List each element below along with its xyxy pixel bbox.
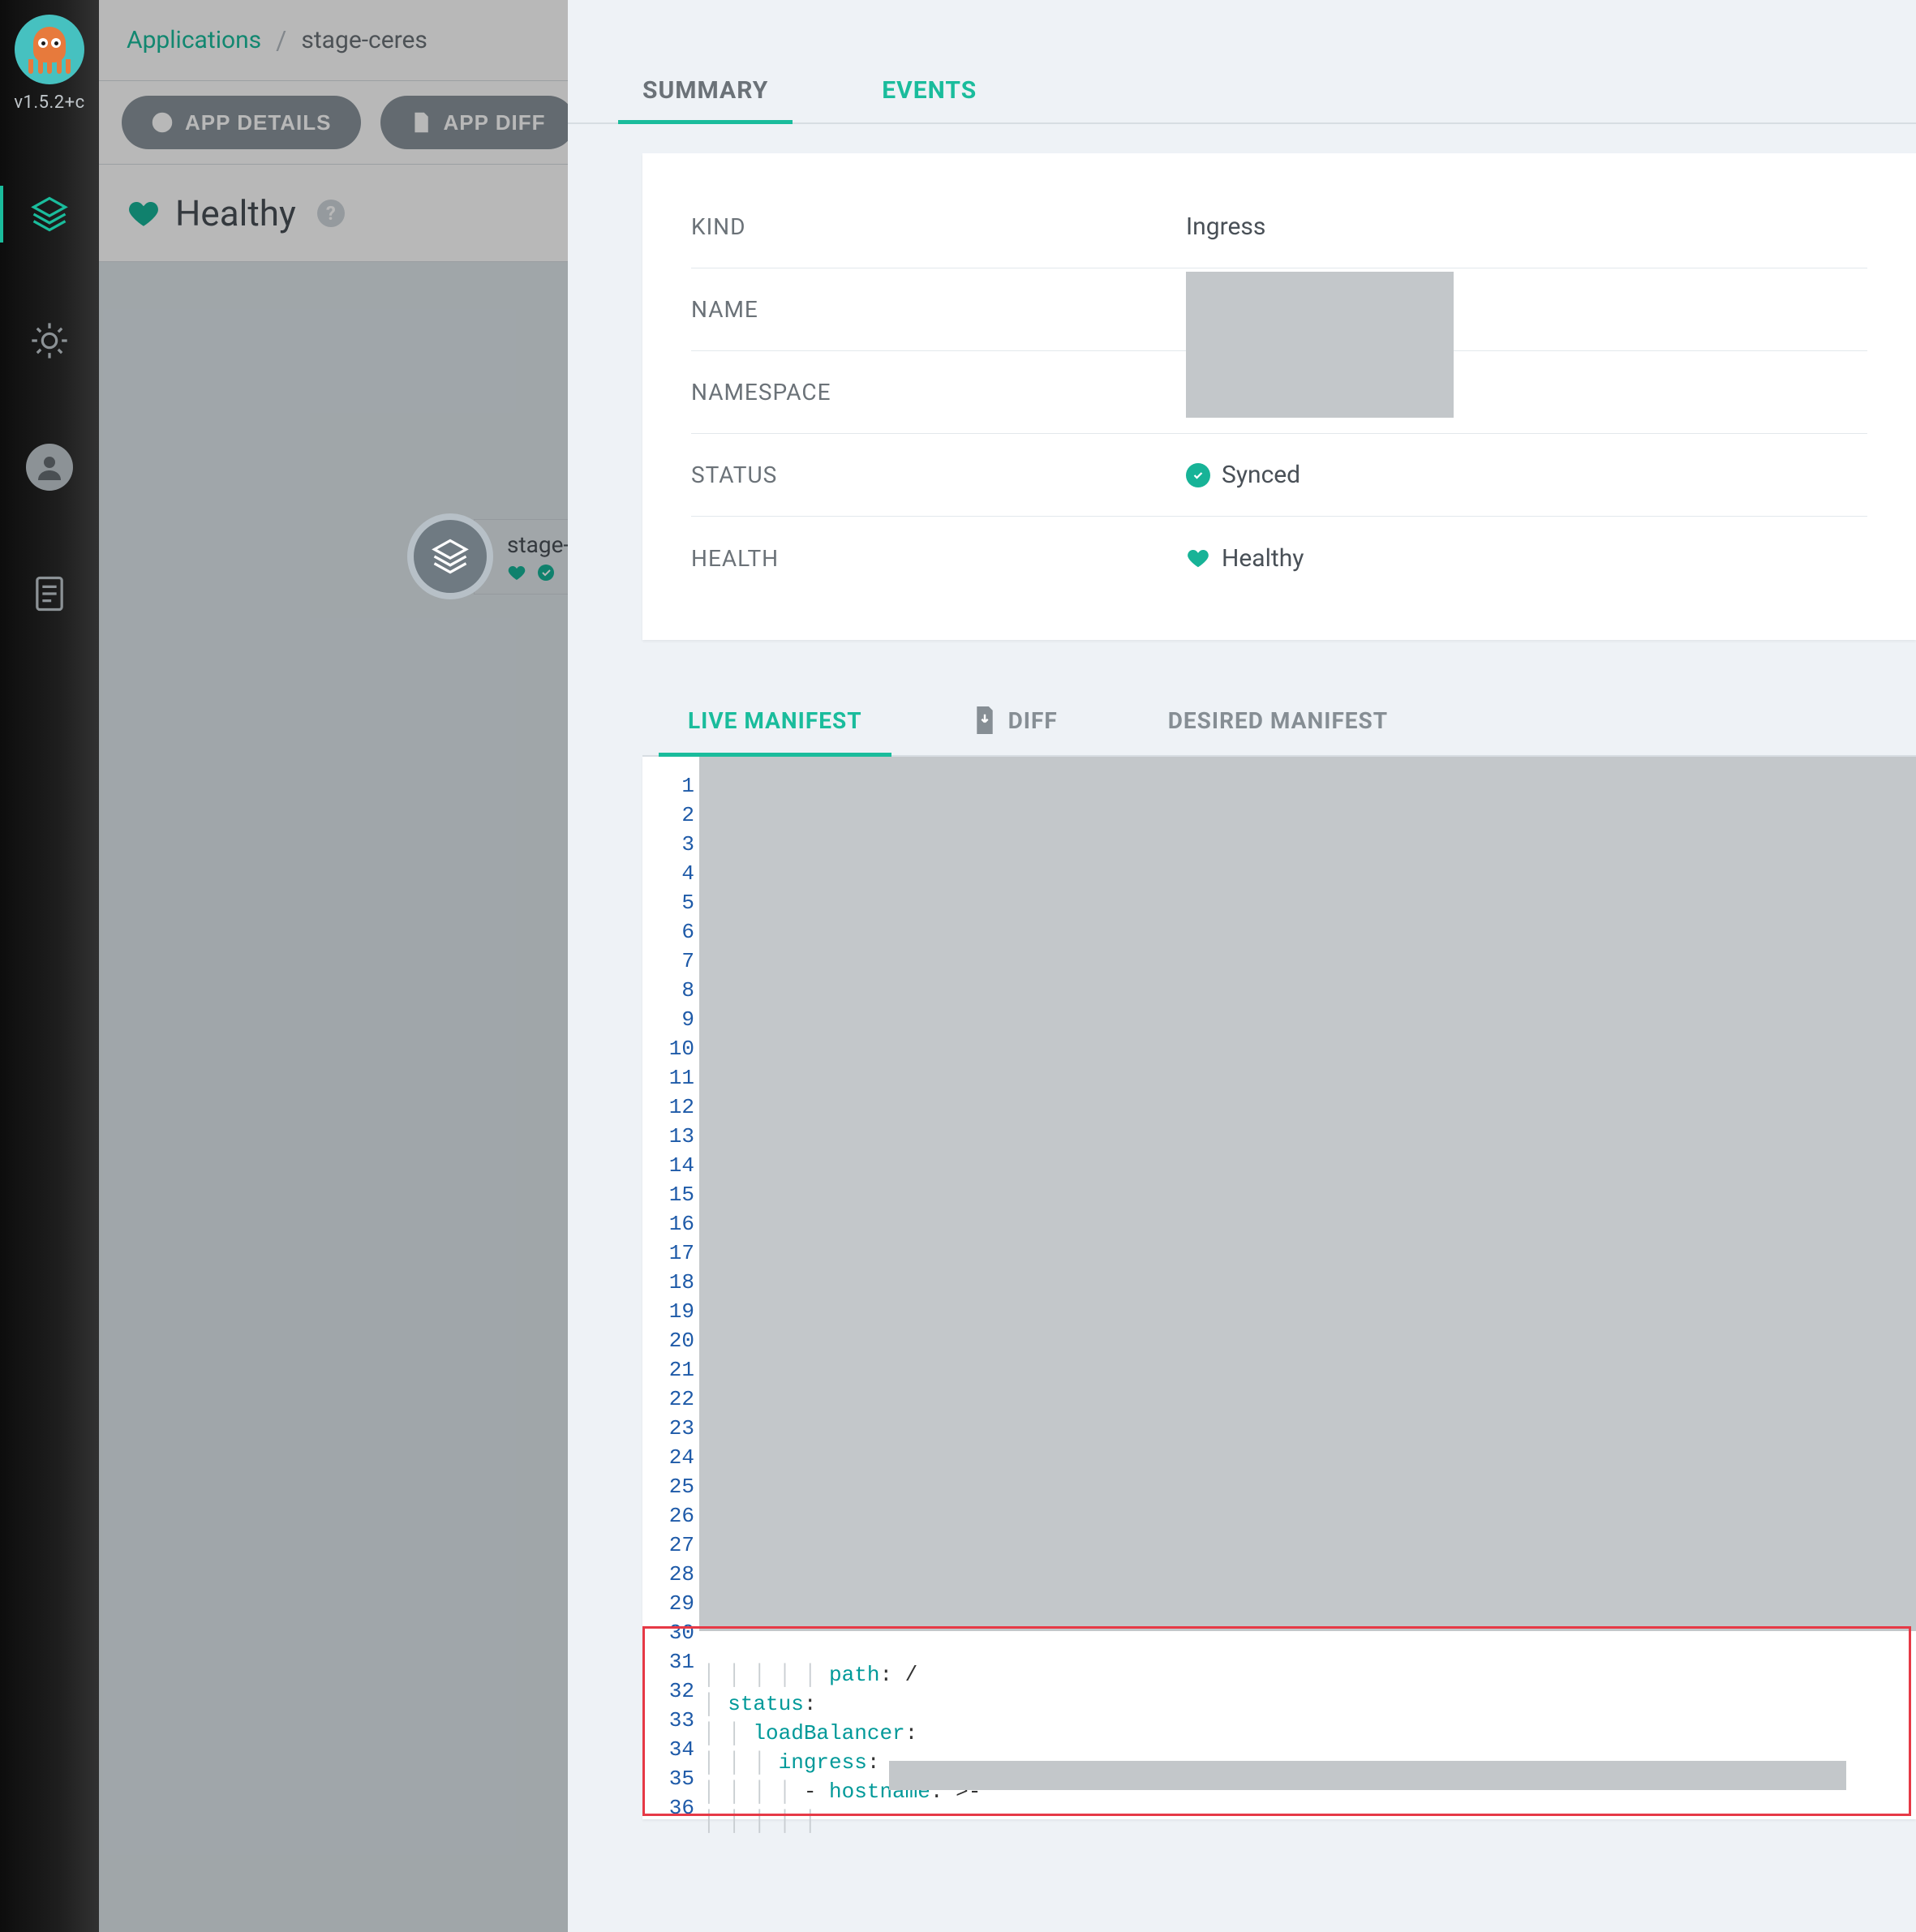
sidebar-item-user[interactable] xyxy=(0,439,99,496)
tab-summary[interactable]: SUMMARY xyxy=(642,58,768,122)
row-name: NAME xyxy=(691,268,1867,351)
row-status: STATUS Synced xyxy=(691,434,1867,517)
yaml-key-ingress: ingress xyxy=(779,1750,867,1775)
sidebar-item-applications[interactable] xyxy=(0,186,99,243)
manifest-tabs: LIVE MANIFEST DIFF DESIRED MANIFEST xyxy=(642,685,1916,757)
name-label: NAME xyxy=(691,296,1186,323)
yaml-key-loadbalancer: loadBalancer xyxy=(753,1721,904,1745)
tab-live-manifest[interactable]: LIVE MANIFEST xyxy=(681,686,869,755)
layers-icon xyxy=(28,193,71,235)
tab-diff[interactable]: DIFF xyxy=(966,685,1064,755)
status-value: Synced xyxy=(1222,461,1300,489)
check-circle-icon xyxy=(1186,463,1210,487)
yaml-key-status: status xyxy=(728,1692,804,1716)
redacted-block xyxy=(1186,272,1454,418)
code-content: │ │ │ │ │ path: / │ status: │ │ loadBala… xyxy=(702,1631,1908,1811)
sidebar-item-settings[interactable] xyxy=(0,312,99,369)
stack-icon xyxy=(407,513,493,599)
health-key-label: HEALTH xyxy=(691,545,1186,572)
health-value: Healthy xyxy=(1222,544,1304,573)
kind-value: Ingress xyxy=(1186,213,1867,241)
panel-tabs: SUMMARY EVENTS xyxy=(568,0,1916,124)
file-download-icon xyxy=(973,706,997,734)
logo-block[interactable]: v1.5.2+c xyxy=(0,0,99,113)
document-icon xyxy=(28,573,71,615)
argo-logo-icon xyxy=(15,15,84,84)
avatar-icon xyxy=(26,444,73,491)
namespace-label: NAMESPACE xyxy=(691,379,1186,406)
redacted-code-block xyxy=(699,757,1916,1631)
sidebar-item-docs[interactable] xyxy=(0,565,99,622)
name-value xyxy=(1186,275,1867,345)
row-health: HEALTH Healthy xyxy=(691,517,1867,599)
heart-icon xyxy=(1186,546,1210,570)
summary-card: KIND Ingress NAME NAMESPACE STATUS Synce… xyxy=(642,153,1916,640)
kind-label: KIND xyxy=(691,213,1186,240)
gear-icon xyxy=(28,320,71,362)
line-number-gutter: 1234567891011121314151617181920212223242… xyxy=(642,757,699,1819)
row-kind: KIND Ingress xyxy=(691,186,1867,268)
tab-diff-label: DIFF xyxy=(1008,707,1058,734)
manifest-editor[interactable]: 1234567891011121314151617181920212223242… xyxy=(642,757,1916,1819)
redacted-hostname xyxy=(889,1761,1846,1790)
status-label: STATUS xyxy=(691,462,1186,488)
tab-events[interactable]: EVENTS xyxy=(882,58,977,122)
version-label: v1.5.2+c xyxy=(0,92,99,113)
resource-details-panel: SUMMARY EVENTS KIND Ingress NAME NAMESPA… xyxy=(568,0,1916,1932)
tab-desired-manifest[interactable]: DESIRED MANIFEST xyxy=(1162,686,1394,755)
left-sidebar: v1.5.2+c xyxy=(0,0,99,1932)
